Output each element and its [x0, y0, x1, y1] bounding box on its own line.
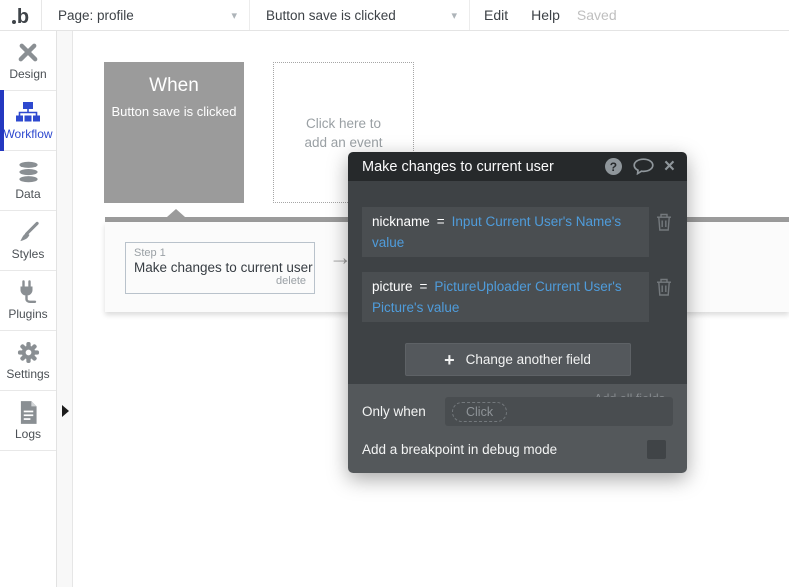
gear-icon — [17, 340, 40, 364]
edit-menu[interactable]: Edit — [484, 0, 508, 30]
trash-icon[interactable] — [656, 278, 673, 301]
popup-header[interactable]: Make changes to current user ? × — [348, 152, 687, 181]
paintbrush-icon — [17, 220, 40, 244]
sidebar-item-styles[interactable]: Styles — [0, 211, 56, 271]
saved-status: Saved — [576, 7, 617, 23]
only-when-placeholder[interactable]: Click — [452, 401, 508, 422]
only-when-condition-input[interactable]: Click — [445, 397, 673, 426]
field-operator: = — [436, 214, 445, 229]
sidebar-item-label: Plugins — [8, 307, 48, 321]
sidebar-item-data[interactable]: Data — [0, 151, 56, 211]
only-when-label: Only when — [362, 404, 426, 419]
step-strip-pointer-icon — [167, 209, 185, 217]
action-editor-popup: Make changes to current user ? × nicknam… — [348, 152, 687, 473]
document-icon — [19, 400, 38, 424]
bubble-logo-letter: b — [16, 6, 30, 28]
event-card-subtitle: Button save is clicked — [111, 104, 237, 119]
sidebar-item-label: Workflow — [3, 127, 53, 141]
help-menu[interactable]: Help — [531, 0, 560, 30]
only-when-row: Only when Click — [362, 397, 673, 426]
help-icon[interactable]: ? — [604, 158, 622, 175]
chevron-down-icon: ▾ — [451, 9, 457, 22]
step-action-label: Make changes to current user — [134, 260, 313, 275]
add-event-label: Click here to add an event — [304, 115, 383, 150]
sidebar-item-logs[interactable]: Logs — [0, 391, 56, 451]
step-number-label: Step 1 — [134, 247, 166, 259]
change-another-field-button[interactable]: + Change another field — [404, 343, 631, 376]
plug-icon — [16, 280, 40, 304]
sidebar-item-plugins[interactable]: Plugins — [0, 271, 56, 331]
chevron-down-icon: ▾ — [231, 9, 237, 22]
sidebar-item-label: Settings — [6, 367, 50, 381]
bubble-logo[interactable]: b — [0, 0, 42, 30]
workflow-tree-icon — [15, 100, 41, 124]
popup-footer: Only when Click Add a breakpoint in debu… — [348, 384, 687, 473]
sidebar-item-workflow[interactable]: Workflow — [0, 90, 56, 151]
sidebar-item-design[interactable]: Design — [0, 31, 56, 91]
step-card[interactable]: Step 1 Make changes to current user dele… — [125, 242, 315, 294]
sidebar-item-label: Styles — [11, 247, 45, 261]
sidebar-item-label: Data — [15, 187, 41, 201]
event-selector-label: Button save is clicked — [266, 7, 396, 23]
workflow-event-card[interactable]: When Button save is clicked — [104, 62, 244, 203]
field-assignment[interactable]: picture = PictureUploader Current User's P… — [362, 272, 649, 322]
close-icon[interactable]: × — [664, 157, 675, 176]
step-delete-link[interactable]: delete — [134, 275, 306, 287]
bubble-logo-dot-icon — [11, 20, 16, 24]
plus-icon: + — [444, 349, 455, 370]
field-assignment[interactable]: nickname = Input Current User's Name's val… — [362, 207, 649, 257]
top-bar: b Page: profile ▾ Button save is clicked… — [0, 0, 789, 31]
trash-icon[interactable] — [656, 213, 673, 236]
field-row: nickname = Input Current User's Name's val… — [362, 207, 673, 257]
database-icon — [17, 160, 40, 184]
breakpoint-label: Add a breakpoint in debug mode — [362, 442, 558, 457]
event-card-title: When — [149, 75, 199, 96]
sidebar-item-settings[interactable]: Settings — [0, 331, 56, 391]
expand-panel-arrow-icon[interactable] — [62, 405, 69, 417]
popup-title: Make changes to current user — [362, 158, 554, 175]
page-selector-label: Page: profile — [58, 7, 134, 23]
design-tools-icon — [16, 40, 40, 64]
breakpoint-checkbox[interactable] — [647, 440, 666, 459]
comment-icon[interactable] — [633, 158, 654, 175]
sidebar-gutter — [57, 31, 73, 587]
page-selector-dropdown[interactable]: Page: profile ▾ — [42, 0, 250, 30]
field-operator: = — [419, 279, 428, 294]
field-name: picture — [372, 279, 413, 294]
field-name: nickname — [372, 214, 430, 229]
field-row: picture = PictureUploader Current User's P… — [362, 272, 673, 322]
event-selector-dropdown[interactable]: Button save is clicked ▾ — [250, 0, 470, 30]
breakpoint-row: Add a breakpoint in debug mode — [362, 440, 673, 459]
left-sidebar: Design Workflow Data Styles Plugins Sett… — [0, 31, 57, 587]
sidebar-item-label: Design — [9, 67, 47, 81]
change-another-field-label: Change another field — [465, 352, 591, 367]
sidebar-item-label: Logs — [14, 427, 42, 441]
popup-body: nickname = Input Current User's Name's val… — [348, 181, 687, 406]
